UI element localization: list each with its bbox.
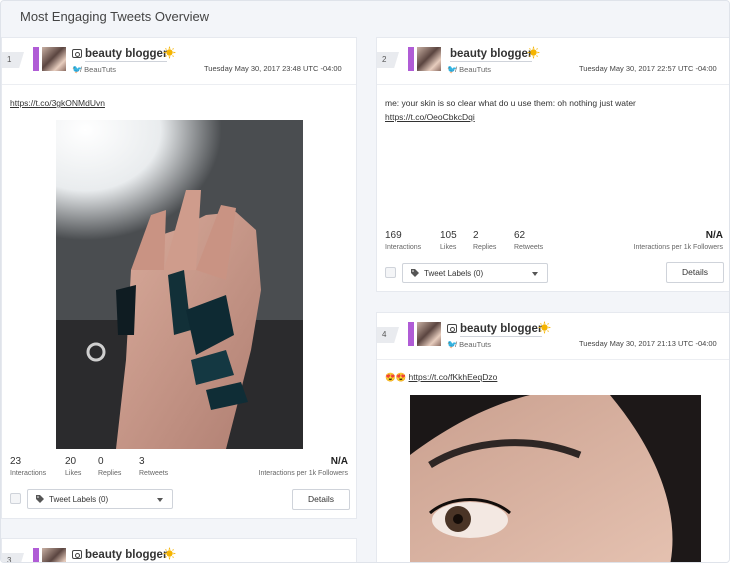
- sun-icon: [527, 46, 540, 59]
- avatar[interactable]: [42, 548, 66, 562]
- handle[interactable]: / BeauTuts: [455, 65, 491, 74]
- handle[interactable]: / BeauTuts: [80, 65, 116, 74]
- tweet-card: 3 beauty blogger: [1, 538, 357, 562]
- tweet-card: 4 beauty blogger 🐦 / BeauTuts Tuesday Ma…: [376, 312, 729, 562]
- accent-bar: [408, 47, 414, 71]
- chevron-down-icon: [157, 498, 163, 502]
- tweet-card: 2 beauty blogger 🐦 / BeauTuts Tuesday Ma…: [376, 37, 729, 292]
- tweet-date: Tuesday May 30, 2017 22:57 UTC -04:00: [579, 64, 717, 73]
- replies-count: 2: [473, 230, 479, 241]
- likes-count: 20: [65, 456, 77, 467]
- tweet-link[interactable]: https://t.co/3gkONMdUvn: [10, 98, 105, 108]
- rank-badge: 4: [377, 327, 399, 343]
- camera-icon: [72, 550, 82, 559]
- avatar[interactable]: [417, 322, 441, 346]
- camera-icon: [447, 324, 457, 333]
- accent-bar: [408, 322, 414, 346]
- replies-label: Replies: [98, 470, 122, 477]
- tag-icon: [411, 269, 419, 277]
- handle[interactable]: / BeauTuts: [455, 340, 491, 349]
- sun-icon: [163, 46, 176, 59]
- tweet-text: me: your skin is so clear what do u use …: [385, 96, 725, 124]
- per-1k-value: N/A: [330, 456, 348, 467]
- user-name[interactable]: beauty blogger: [85, 549, 167, 562]
- per-1k-label: Interactions per 1k Followers: [633, 244, 723, 251]
- select-checkbox[interactable]: [385, 267, 396, 278]
- interactions-count: 169: [385, 230, 402, 241]
- replies-count: 0: [98, 456, 104, 467]
- tweet-card: 1 beauty blogger 🐦 / BeauTuts Tuesday Ma…: [1, 37, 357, 519]
- tweet-date: Tuesday May 30, 2017 23:48 UTC -04:00: [204, 64, 342, 73]
- avatar[interactable]: [417, 47, 441, 71]
- app-frame: Most Engaging Tweets Overview 1 beauty b…: [0, 0, 730, 563]
- accent-bar: [33, 47, 39, 71]
- tag-icon: [36, 495, 44, 503]
- tweet-labels-text: Tweet Labels (0): [49, 495, 109, 504]
- per-1k-label: Interactions per 1k Followers: [258, 470, 348, 477]
- interactions-count: 23: [10, 456, 22, 467]
- per-1k-value: N/A: [705, 230, 723, 241]
- tweet-link[interactable]: https://t.co/OeoCbkcDqi: [385, 112, 475, 122]
- retweets-label: Retweets: [139, 470, 169, 477]
- tweet-date: Tuesday May 30, 2017 21:13 UTC -04:00: [579, 339, 717, 348]
- likes-count: 105: [440, 230, 457, 241]
- divider: [377, 359, 729, 360]
- tweet-photo[interactable]: [56, 120, 303, 449]
- sun-icon: [538, 321, 551, 334]
- likes-label: Likes: [65, 470, 82, 477]
- divider: [377, 84, 729, 85]
- user-name[interactable]: beauty blogger: [450, 48, 533, 62]
- user-name[interactable]: beauty blogger: [460, 323, 543, 337]
- camera-icon: [72, 49, 82, 58]
- page-title: Most Engaging Tweets Overview: [20, 9, 210, 24]
- rank-badge: 2: [377, 52, 399, 68]
- divider: [2, 84, 356, 85]
- details-button[interactable]: Details: [292, 489, 350, 510]
- replies-label: Replies: [473, 244, 497, 251]
- user-name[interactable]: beauty blogger: [85, 48, 168, 62]
- interactions-label: Interactions: [385, 244, 422, 251]
- sun-icon: [163, 547, 176, 560]
- retweets-label: Retweets: [514, 244, 544, 251]
- chevron-down-icon: [532, 272, 538, 276]
- tweet-text: https://t.co/3gkONMdUvn: [10, 96, 350, 110]
- rank-badge: 3: [2, 553, 24, 562]
- tweet-photo[interactable]: [410, 395, 701, 562]
- tweet-labels-text: Tweet Labels (0): [424, 269, 484, 278]
- tweet-labels-dropdown[interactable]: Tweet Labels (0): [27, 489, 173, 509]
- retweets-count: 62: [514, 230, 526, 241]
- page-header: Most Engaging Tweets Overview: [1, 1, 729, 31]
- interactions-label: Interactions: [10, 470, 47, 477]
- select-checkbox[interactable]: [10, 493, 21, 504]
- avatar[interactable]: [42, 47, 66, 71]
- tweet-text: 😍😍 https://t.co/fKkhEeqDzo: [385, 370, 725, 384]
- likes-label: Likes: [440, 244, 457, 251]
- tweet-link[interactable]: https://t.co/fKkhEeqDzo: [409, 372, 498, 382]
- tweet-labels-dropdown[interactable]: Tweet Labels (0): [402, 263, 548, 283]
- retweets-count: 3: [139, 456, 145, 467]
- accent-bar: [33, 548, 39, 562]
- rank-badge: 1: [2, 52, 24, 68]
- details-button[interactable]: Details: [666, 262, 724, 283]
- tweet-text-body: me: your skin is so clear what do u use …: [385, 98, 636, 108]
- emoji-text: 😍😍: [385, 372, 407, 382]
